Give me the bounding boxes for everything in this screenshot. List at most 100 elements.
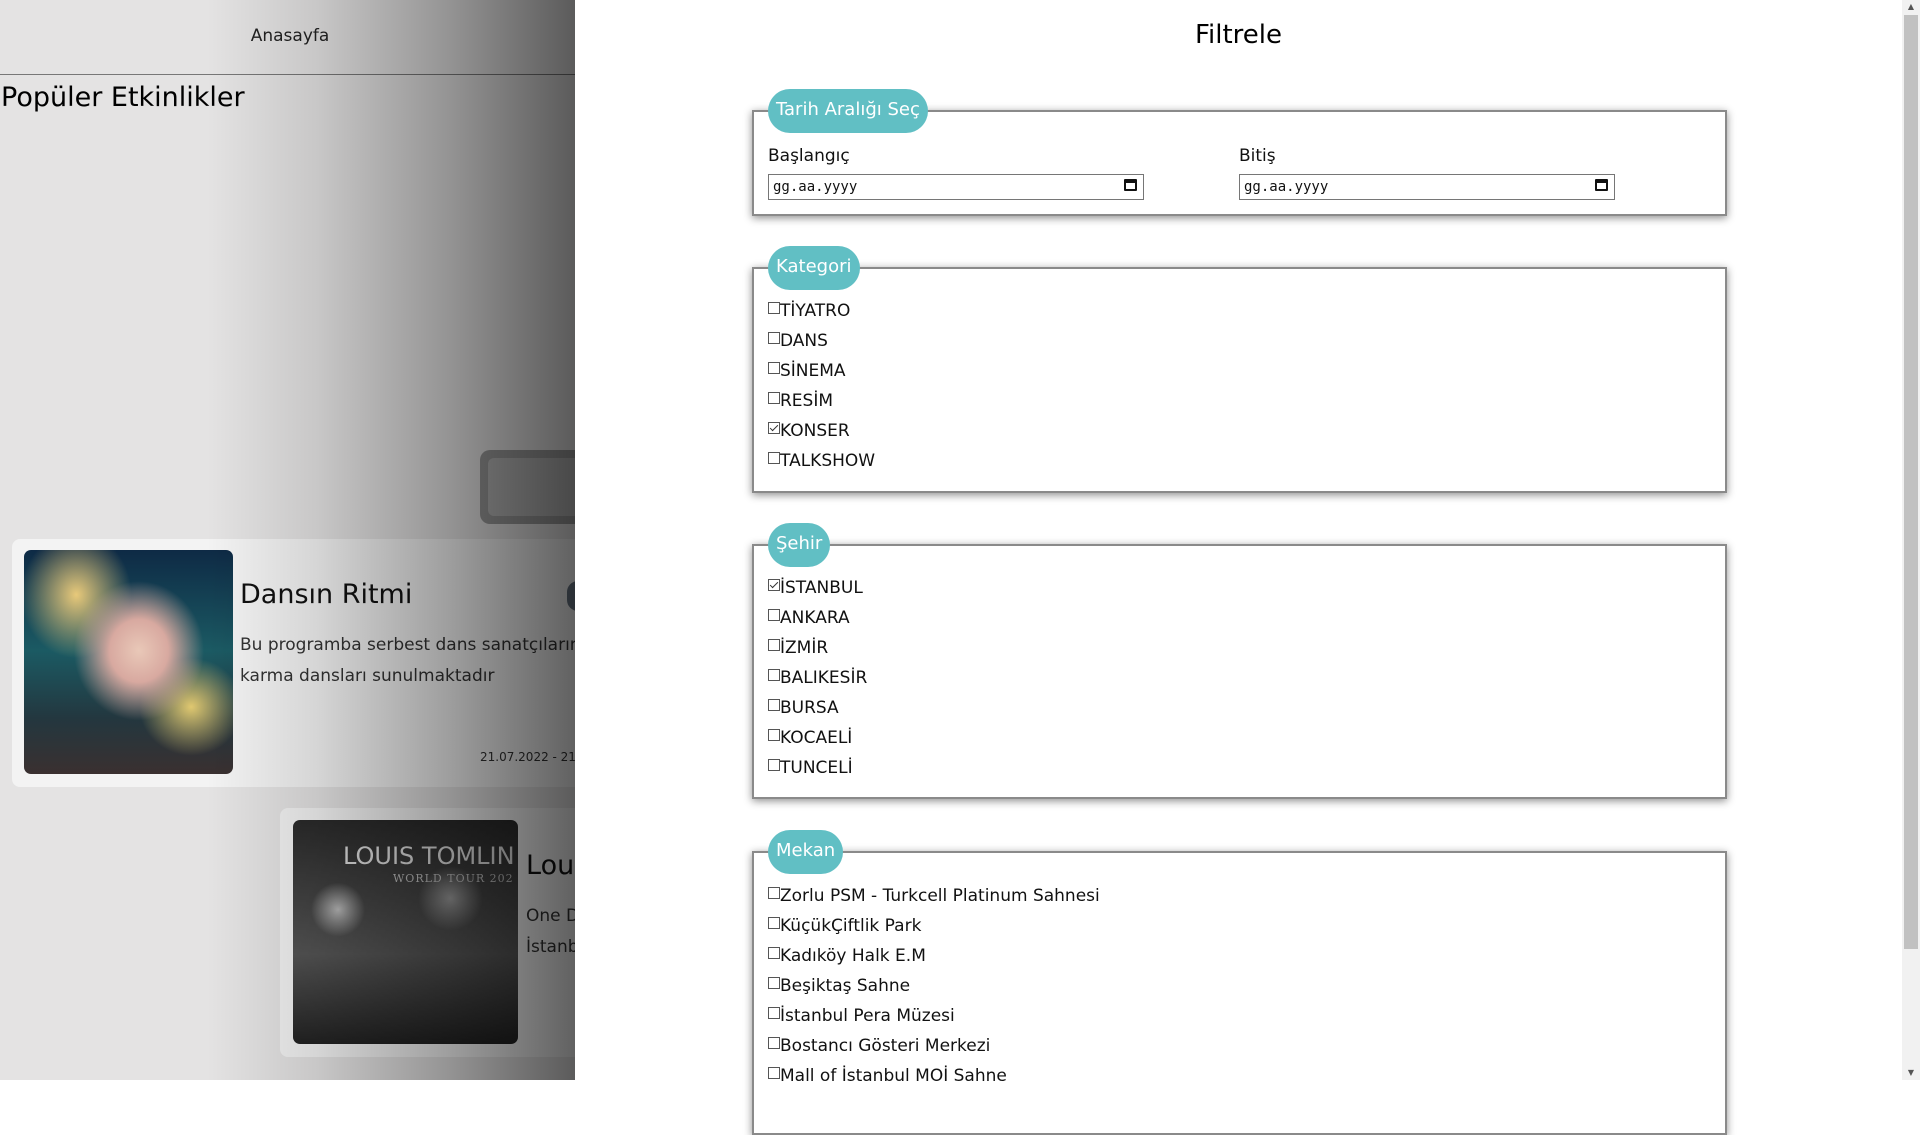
filter-option[interactable]: TİYATRO [768,296,875,326]
filter-option[interactable]: BALIKESİR [768,663,867,693]
checkbox[interactable] [768,729,780,741]
city-list: İSTANBUL ANKARA İZMİR BALIKESİR BURSA KOCAELİ… [768,573,867,783]
background-page: Anasayfa Popüler Etkinlikler Dansın Ritm… [0,0,575,1080]
nav-home-link[interactable]: Anasayfa [0,26,575,46]
filter-option[interactable]: RESİM [768,386,875,416]
scroll-down-icon[interactable]: ▼ [1902,1066,1920,1080]
filter-option[interactable]: TALKSHOW [768,446,875,476]
checkbox[interactable] [768,947,780,959]
image-text: LOUIS TOMLIN [343,842,515,870]
event-date: 21.07.2022 - 21.0 [480,750,575,764]
scroll-up-icon[interactable]: ▲ [1902,0,1920,14]
checkbox[interactable] [768,759,780,771]
filter-option[interactable]: Bostancı Gösteri Merkezi [768,1031,1100,1061]
checkbox[interactable] [768,1067,780,1079]
desc-line: karma dansları sunulmaktadır [240,666,495,686]
date-range-fieldset: Tarih Aralığı Seç Başlangıç gg.aa.yyyy B… [752,89,1727,216]
date-placeholder: gg.aa.yyyy [1244,179,1329,195]
option-label: Bostancı Gösteri Merkezi [780,1036,991,1056]
carousel-control[interactable] [480,450,575,524]
start-date-label: Başlangıç [768,146,850,166]
city-fieldset: Şehir İSTANBUL ANKARA İZMİR BALIKESİR BURSA K… [752,523,1727,799]
checkbox-checked[interactable] [768,422,780,434]
end-date-label: Bitiş [1239,146,1276,166]
filter-title: Filtrele [1194,20,1283,50]
option-label: RESİM [780,391,834,411]
option-label: İZMİR [780,638,829,658]
checkbox[interactable] [768,1007,780,1019]
event-image: LOUIS TOMLIN WORLD TOUR 202 [293,820,518,1044]
desc-line: Bu programba serbest dans sanatçıların [240,635,575,655]
filter-option[interactable]: SİNEMA [768,356,875,386]
checkbox[interactable] [768,639,780,651]
checkbox[interactable] [768,609,780,621]
option-label: İSTANBUL [780,578,863,598]
category-fieldset: Kategori TİYATRO DANS SİNEMA RESİM KONSER TAL… [752,246,1727,493]
checkbox[interactable] [768,362,780,374]
filter-option[interactable]: Zorlu PSM - Turkcell Platinum Sahnesi [768,881,1100,911]
section-title: Popüler Etkinlikler [1,82,245,113]
filter-option[interactable]: DANS [768,326,875,356]
option-label: Zorlu PSM - Turkcell Platinum Sahnesi [780,886,1100,906]
start-date-input[interactable]: gg.aa.yyyy [768,174,1144,200]
event-description: Bu programba serbest dans sanatçıların k… [240,630,575,692]
filter-option[interactable]: ANKARA [768,603,867,633]
option-label: İstanbul Pera Müzesi [780,1006,955,1026]
checkbox[interactable] [768,977,780,989]
filter-option[interactable]: TUNCELİ [768,753,867,783]
calendar-icon[interactable] [1124,179,1137,191]
event-title: Dansın Ritmi [240,579,413,610]
option-label: TİYATRO [780,301,851,321]
option-label: KüçükÇiftlik Park [780,916,922,936]
card-action-icon[interactable] [567,581,575,611]
date-placeholder: gg.aa.yyyy [773,179,858,195]
filter-option[interactable]: KOCAELİ [768,723,867,753]
top-nav: Anasayfa [0,0,575,75]
fieldset-legend: Kategori [768,246,860,290]
event-description: One D İstanb [526,901,575,963]
option-label: TUNCELİ [780,758,853,778]
checkbox[interactable] [768,699,780,711]
event-image [24,550,233,774]
checkbox[interactable] [768,332,780,344]
filter-drawer: Filtrele Tarih Aralığı Seç Başlangıç gg.… [575,0,1902,1135]
fieldset-legend: Mekan [768,830,844,874]
option-label: SİNEMA [780,361,846,381]
checkbox[interactable] [768,1037,780,1049]
option-label: TALKSHOW [780,451,876,471]
option-label: Mall of İstanbul MOİ Sahne [780,1066,1007,1086]
venue-list: Zorlu PSM - Turkcell Platinum Sahnesi Küç… [768,881,1100,1091]
calendar-icon[interactable] [1595,179,1608,191]
checkbox[interactable] [768,452,780,464]
option-label: Kadıköy Halk E.M [780,946,926,966]
option-label: BALIKESİR [780,668,868,688]
filter-option[interactable]: Beşiktaş Sahne [768,971,1100,1001]
desc-line: One D [526,906,575,926]
checkbox[interactable] [768,392,780,404]
fieldset-legend: Şehir [768,523,831,567]
scrollbar-thumb[interactable] [1904,15,1918,949]
checkbox[interactable] [768,917,780,929]
image-text: WORLD TOUR 202 [393,872,514,885]
scrollbar[interactable]: ▲ ▼ [1902,0,1920,1080]
event-card[interactable]: LOUIS TOMLIN WORLD TOUR 202 Loui One D İ… [280,808,575,1057]
checkbox-checked[interactable] [768,579,780,591]
end-date-input[interactable]: gg.aa.yyyy [1239,174,1615,200]
filter-option[interactable]: Mall of İstanbul MOİ Sahne [768,1061,1100,1091]
filter-option[interactable]: Kadıköy Halk E.M [768,941,1100,971]
filter-option[interactable]: İSTANBUL [768,573,867,603]
option-label: KONSER [780,421,850,441]
event-card[interactable]: Dansın Ritmi Bu programba serbest dans s… [12,539,575,787]
filter-option[interactable]: KüçükÇiftlik Park [768,911,1100,941]
option-label: DANS [780,331,828,351]
filter-option[interactable]: KONSER [768,416,875,446]
desc-line: İstanb [526,937,575,957]
checkbox[interactable] [768,302,780,314]
checkbox[interactable] [768,887,780,899]
filter-option[interactable]: İZMİR [768,633,867,663]
option-label: KOCAELİ [780,728,853,748]
venue-fieldset: Mekan Zorlu PSM - Turkcell Platinum Sahn… [752,830,1727,1135]
filter-option[interactable]: İstanbul Pera Müzesi [768,1001,1100,1031]
checkbox[interactable] [768,669,780,681]
filter-option[interactable]: BURSA [768,693,867,723]
